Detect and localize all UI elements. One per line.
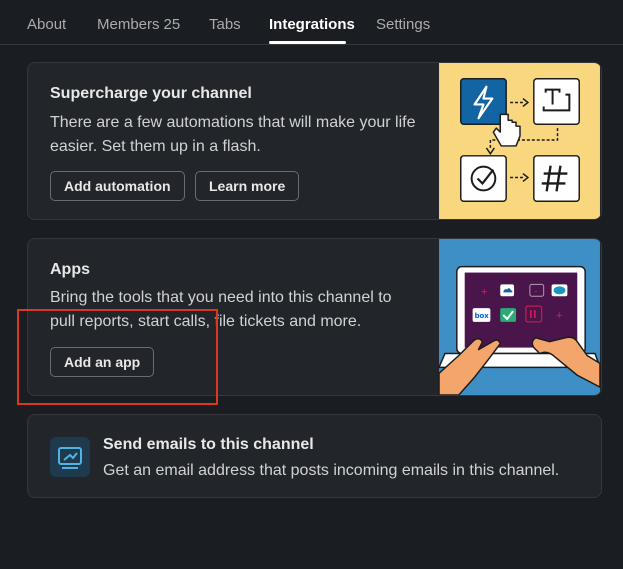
channel-tabs: About Members 25 Tabs Integrations Settin…	[0, 0, 623, 45]
svg-text:+: +	[556, 311, 563, 321]
learn-more-button[interactable]: Learn more	[195, 171, 300, 201]
tab-tabs[interactable]: Tabs	[209, 16, 241, 33]
tab-integrations[interactable]: Integrations	[269, 16, 355, 33]
tab-members-count: 25	[163, 16, 181, 33]
automation-illustration	[439, 63, 600, 219]
add-app-button[interactable]: Add an app	[50, 347, 155, 377]
emails-card: Send emails to this channel Get an email…	[27, 414, 602, 498]
emails-title: Send emails to this channel	[103, 436, 314, 453]
tab-members[interactable]: Members 25	[97, 16, 180, 33]
box-logo: box	[475, 312, 490, 320]
svg-text:–: –	[534, 286, 538, 295]
tab-members-label: Members	[97, 16, 160, 33]
email-channel-icon	[50, 437, 90, 477]
automations-card: Supercharge your channel There are a few…	[27, 62, 602, 220]
automations-description: There are a few automations that will ma…	[50, 114, 416, 155]
apps-description: Bring the tools that you need into this …	[50, 289, 392, 330]
automations-title: Supercharge your channel	[50, 85, 252, 102]
apps-card: Apps Bring the tools that you need into …	[27, 238, 602, 396]
add-automation-button[interactable]: Add automation	[50, 171, 185, 201]
apps-title: Apps	[50, 261, 90, 278]
apps-illustration: + – box +	[438, 239, 601, 395]
tab-settings[interactable]: Settings	[376, 16, 430, 33]
svg-text:+: +	[481, 287, 488, 297]
active-tab-indicator	[269, 41, 346, 44]
emails-description: Get an email address that posts incoming…	[103, 462, 560, 479]
tab-about[interactable]: About	[27, 16, 66, 33]
